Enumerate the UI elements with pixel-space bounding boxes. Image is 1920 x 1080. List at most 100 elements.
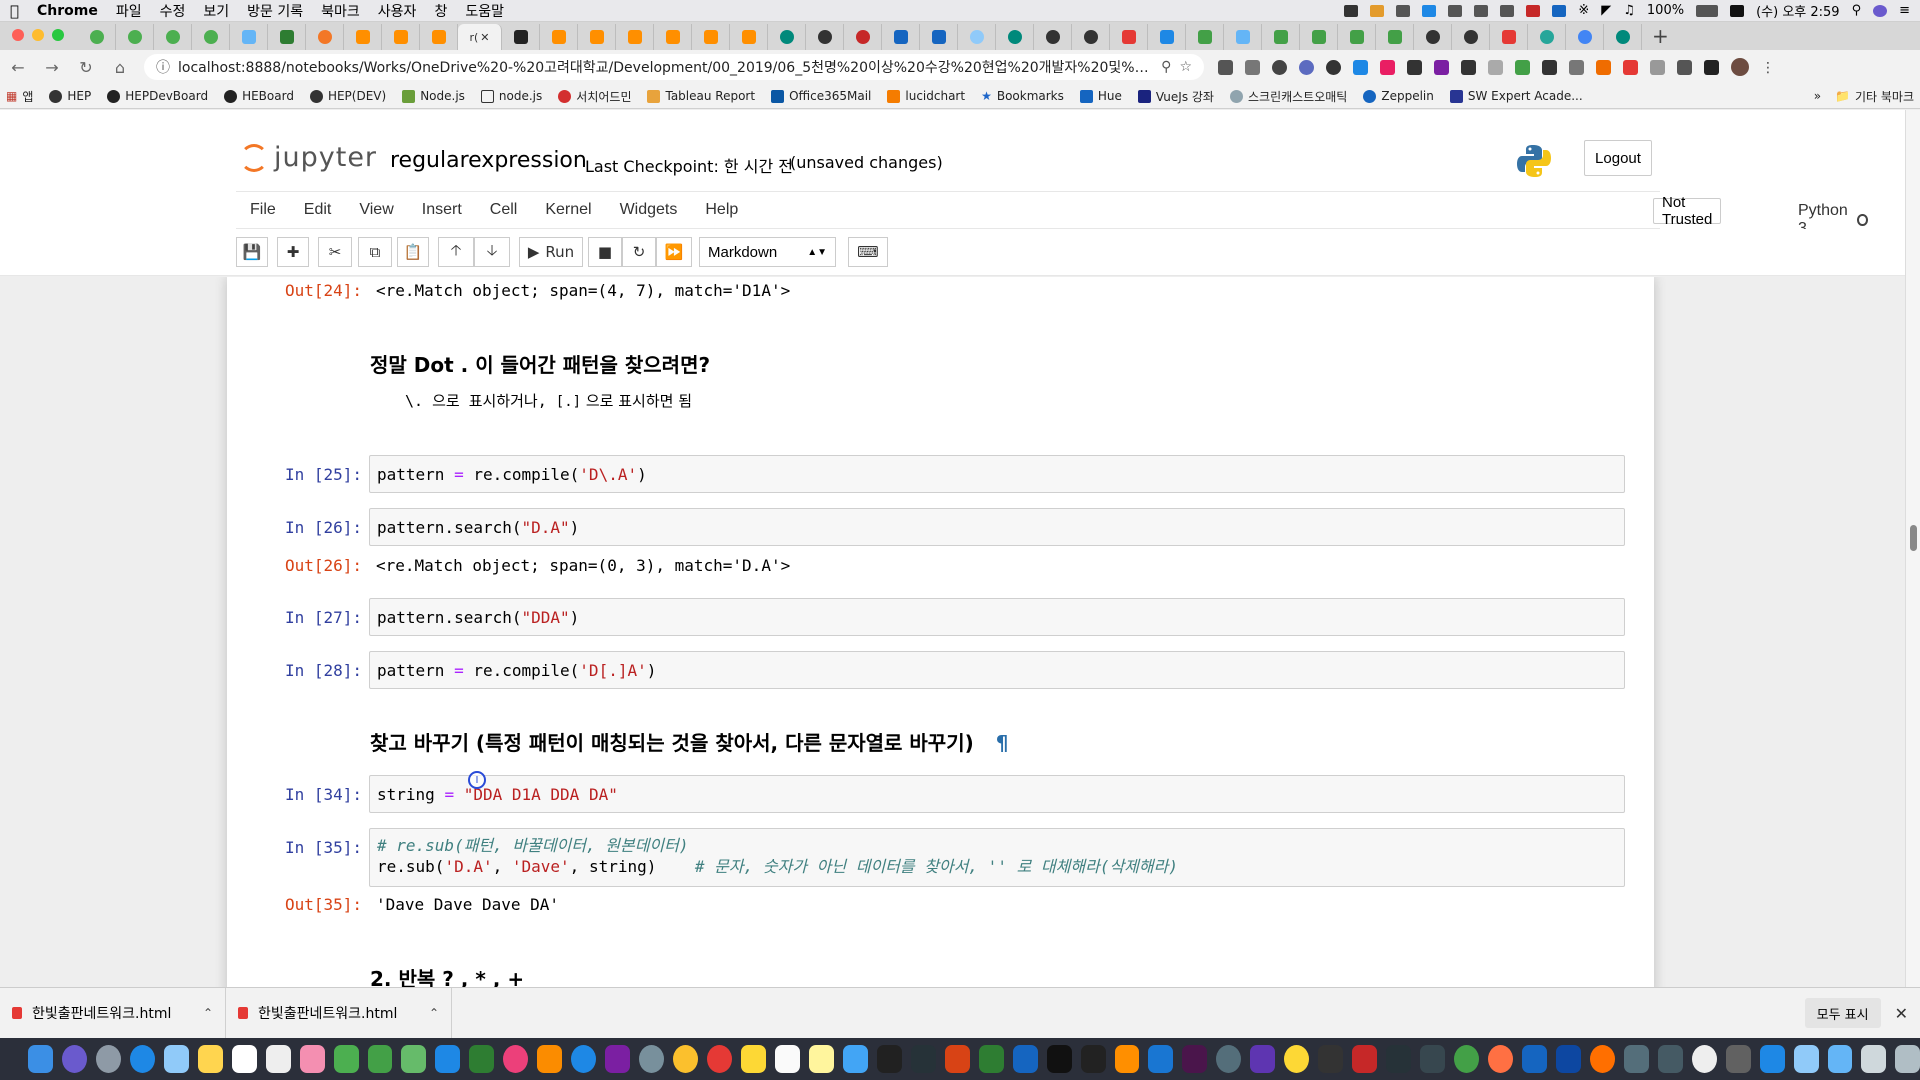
code-cell-input[interactable]: pattern.search("DDA") <box>369 598 1625 636</box>
bookmark-item[interactable]: lucidchart <box>887 89 965 103</box>
browser-tab[interactable] <box>1414 24 1452 50</box>
browser-tab[interactable] <box>1566 24 1604 50</box>
cloud-icon[interactable] <box>1422 4 1437 17</box>
code-cell-input[interactable]: string = "DDA D1A DDA DA" <box>369 775 1625 813</box>
bookmark-item[interactable]: 서치어드민 <box>558 88 631 105</box>
browser-tab[interactable] <box>1262 24 1300 50</box>
code-cell-input[interactable]: pattern = re.compile('D\.A') <box>369 455 1625 493</box>
jupyter-menu-insert[interactable]: Insert <box>408 201 476 219</box>
safari-icon[interactable] <box>129 1045 155 1073</box>
bookmark-item[interactable]: Node.js <box>402 89 465 103</box>
back-icon[interactable]: ← <box>8 58 28 77</box>
maps-icon[interactable] <box>401 1045 427 1073</box>
browser-tab[interactable] <box>306 24 344 50</box>
intellij-icon[interactable] <box>1046 1045 1072 1073</box>
page-scrollbar[interactable] <box>1905 110 1920 987</box>
documents-folder-icon[interactable] <box>1793 1045 1819 1073</box>
browser-tab[interactable] <box>1072 24 1110 50</box>
copy-button[interactable]: ⧉ <box>358 237 392 267</box>
menu-history[interactable]: 방문 기록 <box>247 1 303 21</box>
pycharm-icon[interactable] <box>1080 1045 1106 1073</box>
jupyter-menu-widgets[interactable]: Widgets <box>606 201 692 219</box>
stack-icon[interactable] <box>1861 1045 1887 1073</box>
browser-tab[interactable] <box>1490 24 1528 50</box>
vmware-icon[interactable] <box>1555 1045 1581 1073</box>
browser-tab[interactable] <box>958 24 996 50</box>
menu-bookmarks[interactable]: 북마크 <box>321 1 360 21</box>
extension-icon[interactable] <box>1569 59 1584 75</box>
insert-cell-button[interactable]: ✚ <box>277 237 309 267</box>
word-icon[interactable] <box>1012 1045 1038 1073</box>
url-text[interactable]: localhost:8888/notebooks/Works/OneDrive%… <box>178 57 1153 77</box>
firefox-icon[interactable] <box>1589 1045 1615 1073</box>
notification-center-icon[interactable]: ≡ <box>1899 3 1910 18</box>
screen-record-icon[interactable] <box>1691 1045 1717 1073</box>
extension-icon[interactable] <box>1407 59 1422 75</box>
extension-icon[interactable] <box>1299 59 1314 75</box>
menu-file[interactable]: 파일 <box>116 1 142 21</box>
trash-utility-icon[interactable] <box>1657 1045 1683 1073</box>
extension-icon[interactable] <box>1218 59 1233 75</box>
onenote-icon[interactable] <box>605 1045 631 1073</box>
browser-tab[interactable] <box>1452 24 1490 50</box>
chevron-up-icon[interactable]: ⌃ <box>429 1006 439 1020</box>
browser-tab[interactable] <box>116 24 154 50</box>
menu-people[interactable]: 사용자 <box>378 1 417 21</box>
show-all-downloads-button[interactable]: 모두 표시 <box>1804 998 1881 1028</box>
extension-icon[interactable] <box>1272 59 1287 75</box>
menu-app-name[interactable]: Chrome <box>37 3 98 19</box>
bookmark-item[interactable]: 스크린캐스트오매틱 <box>1229 88 1347 105</box>
extension-icon[interactable] <box>1370 4 1385 17</box>
notes-icon[interactable] <box>1500 4 1515 17</box>
spotlight-icon[interactable]: ⚲ <box>1852 3 1862 18</box>
forward-icon[interactable]: → <box>42 58 62 77</box>
wifi-icon[interactable]: ◤ <box>1601 3 1611 18</box>
reload-icon[interactable]: ↻ <box>76 58 96 77</box>
browser-tab[interactable] <box>78 24 116 50</box>
browser-tab[interactable] <box>1034 24 1072 50</box>
network-icon[interactable] <box>1420 1045 1446 1073</box>
not-trusted-button[interactable]: Not Trusted <box>1653 194 1722 228</box>
browser-tab[interactable] <box>382 24 420 50</box>
screen-icon[interactable] <box>1448 4 1463 17</box>
bookmark-item[interactable]: HEP <box>49 89 91 103</box>
paste-button[interactable]: 📋 <box>397 237 429 267</box>
browser-tab[interactable] <box>844 24 882 50</box>
jupyter-menu-edit[interactable]: Edit <box>290 201 346 219</box>
extension-icon[interactable] <box>1704 59 1719 75</box>
browser-tab[interactable] <box>1604 24 1642 50</box>
extension-icon[interactable] <box>1353 59 1368 75</box>
compass-icon[interactable] <box>1487 1045 1513 1073</box>
chrome-icon[interactable] <box>673 1045 699 1073</box>
jupyter-menu-cell[interactable]: Cell <box>476 201 532 219</box>
vscode-icon[interactable] <box>1521 1045 1547 1073</box>
slack-icon[interactable] <box>1182 1045 1208 1073</box>
calendar-icon[interactable] <box>231 1045 257 1073</box>
bookmark-apps[interactable]: ▦ 앱 <box>6 88 33 105</box>
battery-icon[interactable] <box>1696 4 1719 17</box>
browser-tab[interactable] <box>882 24 920 50</box>
jupyter-menu-view[interactable]: View <box>345 201 407 219</box>
star-app-icon[interactable] <box>1250 1045 1276 1073</box>
menu-help[interactable]: 도움말 <box>465 1 504 21</box>
browser-tab[interactable] <box>1224 24 1262 50</box>
opera-icon[interactable] <box>707 1045 733 1073</box>
menu-window[interactable]: 창 <box>434 1 447 21</box>
cut-button[interactable]: ✂ <box>318 237 352 267</box>
gallery-icon[interactable] <box>1725 1045 1751 1073</box>
more-bookmarks-chevron-icon[interactable]: » <box>1814 89 1821 103</box>
code-cell-input[interactable]: # re.sub(패턴, 바꿀데이터, 원본데이터) re.sub('D.A',… <box>369 828 1625 887</box>
close-shelf-icon[interactable]: ✕ <box>1895 1004 1908 1023</box>
notes-app-icon[interactable] <box>197 1045 223 1073</box>
browser-tab-active[interactable]: r( ✕ <box>458 24 502 50</box>
move-up-button[interactable]: 🡡 <box>438 237 474 267</box>
zoom-icon[interactable]: ⚲ <box>1161 59 1171 75</box>
downloads-folder-icon[interactable] <box>1827 1045 1853 1073</box>
activity-monitor-icon[interactable] <box>1386 1045 1412 1073</box>
sourcetree-icon[interactable] <box>1454 1045 1479 1073</box>
info-icon[interactable]: ⓘ <box>156 57 170 77</box>
browser-tab[interactable] <box>420 24 458 50</box>
run-button[interactable]: ▶​ Run <box>519 237 583 267</box>
system-preferences-icon[interactable] <box>639 1045 665 1073</box>
browser-tab[interactable] <box>502 24 540 50</box>
